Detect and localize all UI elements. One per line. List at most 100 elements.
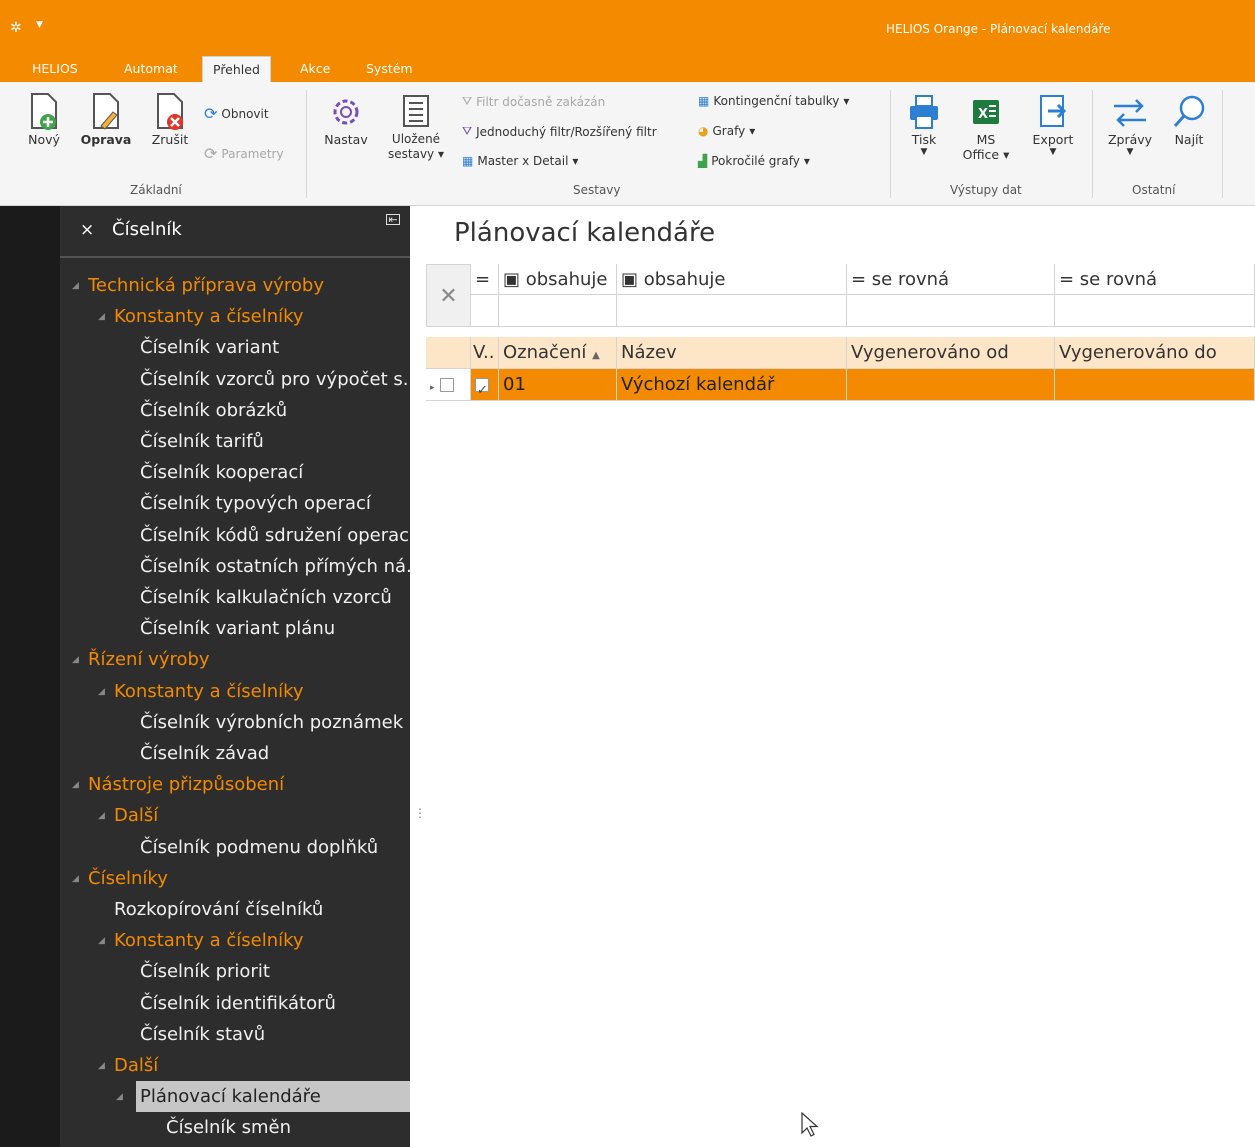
column-header-nazev[interactable]: Název	[617, 337, 847, 369]
splitter-grip-icon[interactable]: ⋮	[414, 806, 426, 820]
filter-op-do[interactable]: = se rovná	[1055, 264, 1255, 295]
tab-prehled[interactable]: Přehled	[202, 56, 271, 82]
obnovit-button[interactable]: ⟳ Obnovit	[204, 104, 269, 123]
tree-expand-icon[interactable]: ◢	[72, 874, 79, 884]
filter-op-oznaceni[interactable]: ▣ obsahuje	[499, 264, 617, 295]
filter-input-oznaceni[interactable]	[499, 295, 617, 327]
left-strip	[0, 206, 60, 1147]
mouse-cursor-icon	[801, 1112, 819, 1137]
table-cell-v[interactable]	[471, 369, 499, 401]
clear-filter-icon[interactable]: ✕	[426, 264, 471, 327]
nav-category[interactable]: Další	[114, 800, 410, 831]
nav-item[interactable]: Číselník kooperací	[140, 457, 410, 488]
nav-item[interactable]: Číselník identifikátorů	[140, 988, 410, 1019]
nav-item[interactable]: Číselník priorit	[140, 956, 410, 987]
tisk-button[interactable]: Tisk ▼	[900, 92, 948, 157]
nav-category[interactable]: Nástroje přizpůsobení	[88, 769, 410, 800]
nav-item[interactable]: Číselník tarifů	[140, 426, 410, 457]
close-icon[interactable]: ×	[80, 220, 94, 240]
table-cell-do[interactable]	[1055, 369, 1255, 401]
row-select-checkbox[interactable]	[440, 378, 455, 392]
nav-item[interactable]: Číselník kódů sdružení operací	[140, 520, 410, 551]
filter-op-v[interactable]: =	[471, 264, 499, 295]
column-header-od[interactable]: Vygenerováno od	[847, 337, 1055, 369]
tree-expand-icon[interactable]: ◢	[98, 312, 105, 322]
nav-item[interactable]: Číselník výrobních poznámek	[140, 707, 410, 738]
tree-expand-icon[interactable]: ◢	[98, 811, 105, 821]
nav-item[interactable]: Číselník směn	[166, 1112, 410, 1143]
panel-splitter[interactable]	[410, 206, 426, 1147]
nav-item[interactable]: Číselník typových operací	[140, 488, 410, 519]
tree-expand-icon[interactable]: ◢	[72, 655, 79, 665]
nav-item[interactable]: Číselník vzorců pro výpočet s...	[140, 364, 410, 395]
tab-helios[interactable]: HELIOS	[22, 56, 88, 82]
column-header-v[interactable]: V..	[471, 337, 499, 369]
row-v-checkbox[interactable]	[475, 375, 489, 400]
filter-op-od[interactable]: = se rovná	[847, 264, 1055, 295]
tree-expand-icon[interactable]: ◢	[72, 281, 79, 291]
table-row-selector[interactable]: ▸	[426, 369, 471, 401]
oprava-button[interactable]: Oprava	[78, 92, 134, 147]
nav-category[interactable]: Konstanty a číselníky	[114, 676, 410, 707]
nav-category[interactable]: Další	[114, 1050, 410, 1081]
tree-expand-icon[interactable]: ◢	[98, 1061, 105, 1071]
tab-automat[interactable]: Automat	[114, 56, 188, 82]
nav-item[interactable]: Číselník variant plánu	[140, 613, 410, 644]
nastav-button[interactable]: Nastav	[320, 92, 372, 147]
zrusit-button[interactable]: Zrušit	[146, 92, 194, 147]
kontingencni-tabulky-button[interactable]: ▦ Kontingenční tabulky ▾	[698, 94, 849, 108]
tab-akce[interactable]: Akce	[290, 56, 340, 82]
filter-input-do[interactable]	[1055, 295, 1255, 327]
table-cell-od[interactable]	[847, 369, 1055, 401]
row-expand-icon[interactable]: ▸	[430, 383, 435, 393]
filtr-zakazan-button[interactable]: ⛛ Filtr dočasně zakázán	[462, 94, 605, 109]
zpravy-button[interactable]: Zprávy ▼	[1102, 92, 1158, 157]
jednoduchy-filtr-button[interactable]: ⛛ Jednoduchý filtr/Rozšířený filtr	[462, 124, 657, 139]
nav-item[interactable]: Rozkopírování číselníků	[114, 894, 410, 925]
najit-button[interactable]: Najít	[1166, 92, 1212, 147]
nav-category[interactable]: Konstanty a číselníky	[114, 301, 410, 332]
tree-expand-icon[interactable]: ◢	[72, 780, 79, 790]
filter-input-nazev[interactable]	[617, 295, 847, 327]
ulozene-sestavy-button[interactable]: Uložené sestavy ▾	[384, 92, 448, 162]
nav-item[interactable]: Číselník variant	[140, 332, 410, 363]
nav-category[interactable]: Konstanty a číselníky	[114, 925, 410, 956]
nav-item[interactable]: Číselník podmenu doplňků	[140, 832, 410, 863]
nav-item[interactable]: Číselník kalkulačních vzorců	[140, 582, 410, 613]
chevron-down-icon: ▾	[572, 154, 579, 168]
tree-expand-icon[interactable]: ◢	[116, 1092, 123, 1102]
grafy-button[interactable]: ◕ Grafy ▾	[698, 124, 755, 138]
master-detail-button[interactable]: ▦ Master x Detail ▾	[462, 154, 578, 168]
filter-input-od[interactable]	[847, 295, 1055, 327]
pokrocile-grafy-button[interactable]: ▟ Pokročilé grafy ▾	[698, 154, 810, 168]
filter-input-v[interactable]	[471, 295, 499, 327]
nav-item[interactable]: Plánovací kalendáře	[136, 1081, 410, 1113]
nav-item[interactable]: Číselník stavů	[140, 1019, 410, 1050]
chevron-down-icon: ▾	[843, 94, 850, 108]
filter-op-nazev[interactable]: ▣ obsahuje	[617, 264, 847, 295]
nav-category[interactable]: Číselníky	[88, 863, 410, 894]
nav-item[interactable]: Číselník ostatních přímých ná...	[140, 551, 410, 582]
new-document-icon	[31, 93, 57, 130]
export-button[interactable]: Export ▼	[1026, 92, 1080, 157]
table-cell-oznaceni[interactable]: 01	[499, 369, 617, 401]
delete-document-icon	[157, 93, 183, 130]
pivot-table-icon: ▦	[698, 94, 710, 108]
tab-system[interactable]: Systém	[356, 56, 423, 82]
quick-access-dropdown-icon[interactable]: ▼	[36, 20, 43, 30]
tree-expand-icon[interactable]: ◢	[98, 687, 105, 697]
ms-office-button[interactable]: X MS Office ▾	[960, 92, 1012, 162]
novy-button[interactable]: Nový	[22, 92, 66, 147]
column-header-oznaceni[interactable]: Označení ▲	[499, 337, 617, 369]
table-cell-nazev[interactable]: Výchozí kalendář	[617, 369, 847, 401]
parametry-button[interactable]: ⟳ Parametry	[204, 144, 284, 163]
nav-item[interactable]: Číselník obrázků	[140, 395, 410, 426]
nav-category[interactable]: Technická příprava výroby	[88, 270, 410, 301]
excel-icon: X	[973, 100, 999, 124]
nav-category[interactable]: Řízení výroby	[88, 644, 410, 675]
nav-item[interactable]: Číselník závad	[140, 738, 410, 769]
app-logo-icon[interactable]: ✲	[10, 20, 22, 36]
tree-expand-icon[interactable]: ◢	[98, 936, 105, 946]
column-header-do[interactable]: Vygenerováno do	[1055, 337, 1255, 369]
collapse-panel-icon[interactable]: ⇤	[386, 214, 400, 225]
